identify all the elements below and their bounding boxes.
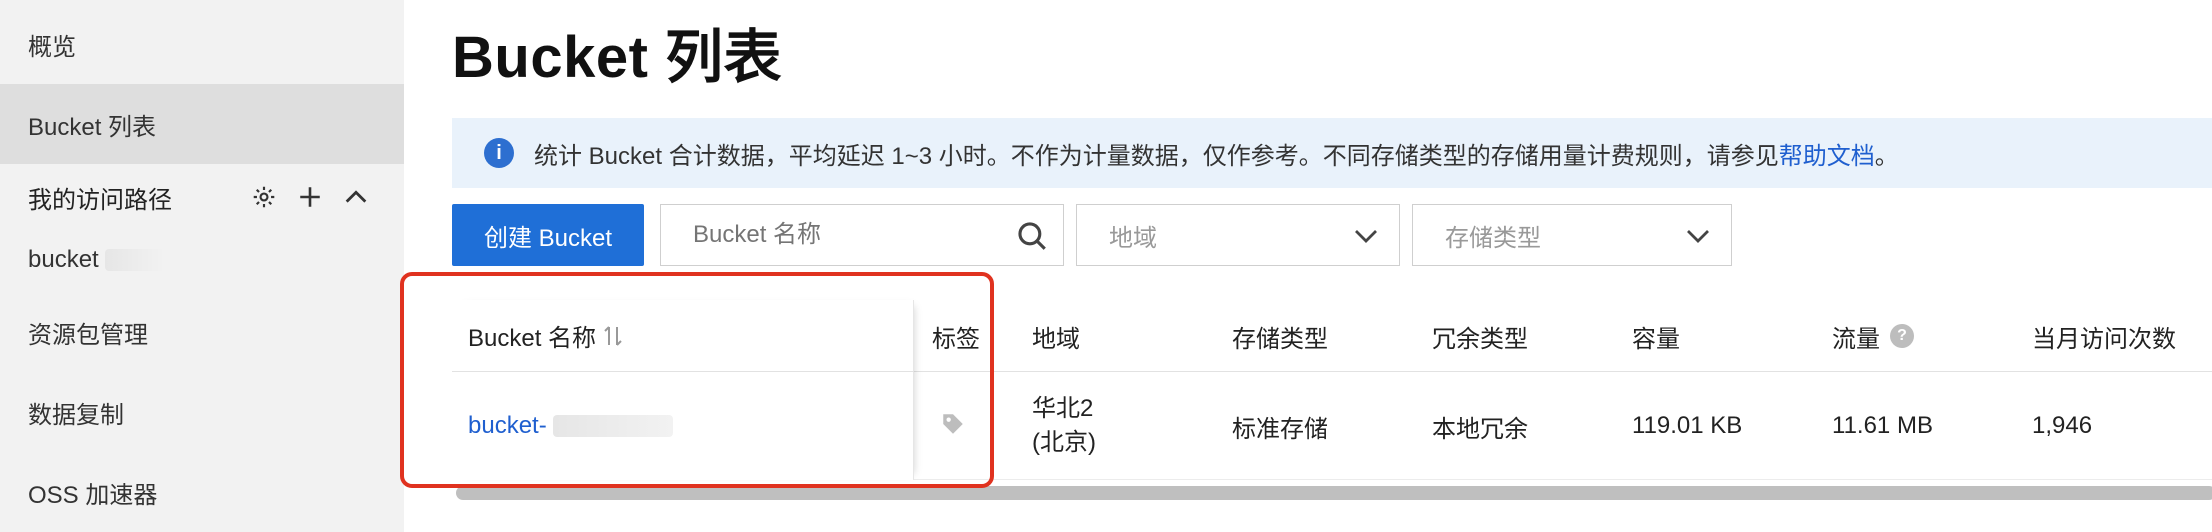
access-paths-header: 我的访问路径 [0,162,404,232]
horizontal-scrollbar[interactable] [456,486,2212,500]
gear-icon[interactable] [250,183,278,211]
help-docs-link[interactable]: 帮助文档 [1779,136,1875,171]
bucket-search [660,204,1064,266]
sidebar-item-data-replication[interactable]: 数据复制 [0,372,404,452]
chevron-down-icon [1351,221,1381,251]
banner-text: 统计 Bucket 合计数据，平均延迟 1~3 小时。不作为计量数据，仅作参考。… [534,142,1779,170]
page-title: Bucket 列表 [452,25,783,90]
sidebar-item-bucket-list[interactable]: Bucket 列表 [0,84,404,164]
column-header-traffic: 流量 ? [1832,300,1914,372]
info-banner: i 统计 Bucket 合计数据，平均延迟 1~3 小时。不作为计量数据，仅作参… [452,118,2212,188]
cell-region: 华北2 (北京) [1032,395,1096,456]
cell-storage-class: 标准存储 [1232,415,1328,443]
column-header-capacity: 容量 [1632,325,1680,353]
storage-class-select[interactable]: 存储类型 [1412,204,1732,266]
chevron-up-icon[interactable] [342,183,370,211]
cell-redundancy: 本地冗余 [1432,415,1528,443]
sidebar: 概览 Bucket 列表 我的访问路径 bucket 资源包管理 数据复制 OS… [0,0,404,532]
column-header-region: 地域 [1032,325,1080,353]
create-bucket-button[interactable]: 创建 Bucket [452,204,644,266]
sidebar-item-overview[interactable]: 概览 [0,4,404,84]
storage-class-select-value: 存储类型 [1445,224,1541,252]
access-paths-title: 我的访问路径 [28,186,172,214]
region-select-value: 地域 [1109,224,1157,252]
cell-visits: 1,946 [2032,412,2093,439]
redacted-text [104,249,165,271]
sidebar-item-resource-packages[interactable]: 资源包管理 [0,292,404,372]
search-icon[interactable] [1015,219,1049,253]
column-header-visits: 当月访问次数 [2032,325,2176,353]
bucket-search-input[interactable] [661,206,1001,264]
plus-icon[interactable] [296,183,324,211]
chevron-down-icon [1683,221,1713,251]
access-path-item[interactable]: bucket [0,230,404,290]
column-header-redundancy: 冗余类型 [1432,325,1528,353]
help-icon[interactable]: ? [1890,324,1914,348]
cell-capacity: 119.01 KB [1632,412,1743,439]
column-header-storage-class: 存储类型 [1232,325,1328,353]
highlight-box [400,272,994,488]
info-icon: i [484,138,514,168]
access-paths-actions [250,162,370,232]
cell-traffic: 11.61 MB [1832,412,1933,439]
banner-suffix: 。 [1874,142,1899,170]
sidebar-item-oss-accelerator[interactable]: OSS 加速器 [0,452,404,532]
region-select[interactable]: 地域 [1076,204,1400,266]
